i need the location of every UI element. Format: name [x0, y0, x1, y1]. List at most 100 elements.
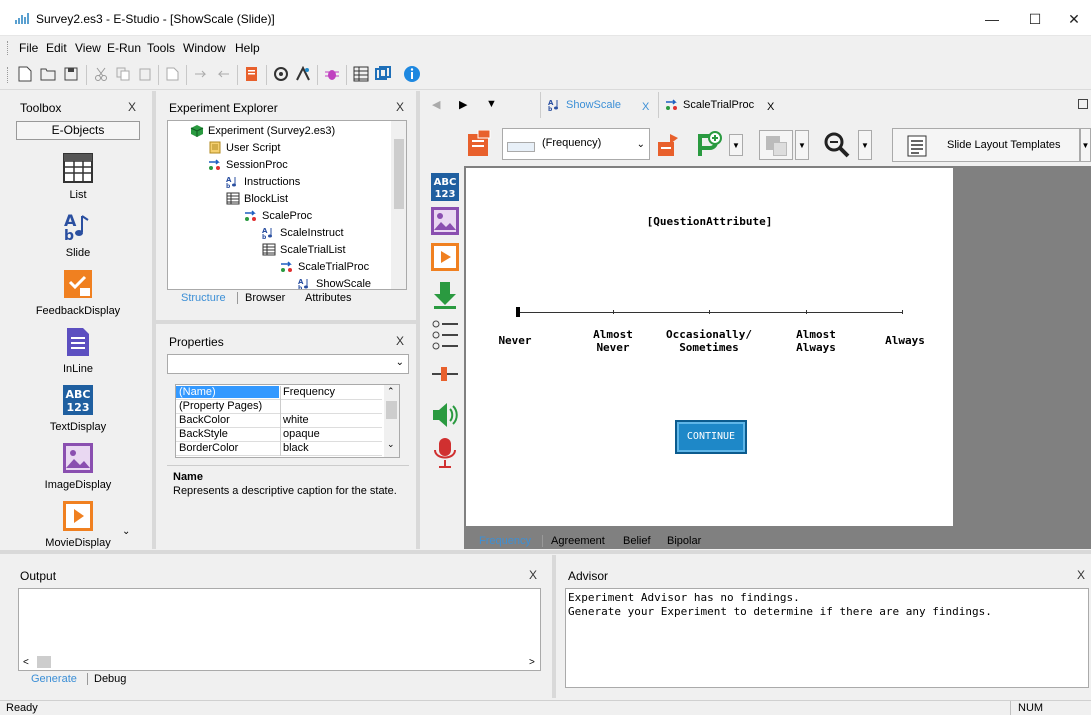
movie-subobject-icon[interactable] — [430, 242, 460, 272]
info-icon[interactable] — [403, 65, 421, 83]
state-tab-agreement[interactable]: Agreement — [551, 535, 605, 547]
tree-scroll-thumb[interactable] — [394, 139, 404, 209]
paste-icon[interactable] — [136, 65, 154, 83]
slide-layout-templates-button[interactable]: Slide Layout Templates — [892, 128, 1080, 162]
property-row[interactable]: BackStyle opaque — [176, 428, 382, 442]
eobjects-header[interactable]: E-Objects — [16, 121, 140, 140]
property-row[interactable]: BorderColor black — [176, 442, 382, 456]
splitter[interactable] — [0, 550, 1091, 554]
delete-icon[interactable] — [164, 65, 182, 83]
slide-properties-icon[interactable] — [466, 130, 492, 158]
property-row[interactable]: BackColor white — [176, 414, 382, 428]
property-value[interactable]: Frequency — [280, 386, 382, 400]
minimize-button[interactable]: — — [975, 7, 1009, 31]
menu-edit[interactable]: Edit — [46, 41, 67, 55]
doc-tab-showscale[interactable]: Ab ShowScale — [548, 98, 621, 112]
generate-script-icon[interactable] — [243, 65, 261, 83]
tree-item-instructions[interactable]: Ab Instructions — [226, 175, 300, 189]
zoom-dropdown[interactable]: ▼ — [858, 130, 872, 160]
arrange-dropdown[interactable]: ▼ — [795, 130, 809, 160]
restore-doc-icon[interactable] — [1078, 99, 1088, 109]
maximize-button[interactable]: ☐ — [1018, 7, 1052, 31]
tool-moviedisplay[interactable]: MovieDisplay — [28, 500, 128, 549]
tab-attributes[interactable]: Attributes — [305, 292, 351, 304]
chevron-down-icon[interactable]: ⌄ — [387, 439, 395, 450]
tool-list[interactable]: List — [28, 152, 128, 201]
property-value[interactable] — [280, 400, 382, 414]
add-sub-object-icon[interactable] — [696, 130, 726, 160]
property-row[interactable]: (Property Pages) — [176, 400, 382, 414]
tool-feedbackdisplay[interactable]: FeedbackDisplay — [28, 268, 128, 317]
text-subobject-icon[interactable]: ABC123 — [430, 172, 460, 202]
arrange-button[interactable] — [759, 130, 793, 160]
undo-icon[interactable] — [192, 65, 210, 83]
doc-tab-close-button[interactable]: X — [767, 101, 774, 113]
explorer-close-button[interactable]: X — [396, 100, 404, 114]
output-text-area[interactable]: < > — [18, 588, 541, 671]
toolbox-scroll-down-icon[interactable]: ⌄ — [122, 526, 130, 537]
property-value[interactable]: opaque — [280, 428, 382, 442]
state-tab-bipolar[interactable]: Bipolar — [667, 535, 701, 547]
tree-item-scaleproc[interactable]: ScaleProc — [244, 209, 312, 222]
property-scroll-thumb[interactable] — [386, 401, 397, 419]
tab-structure[interactable]: Structure — [181, 292, 226, 304]
splitter[interactable] — [416, 91, 420, 549]
doc-tab-close-button[interactable]: X — [642, 101, 649, 113]
image-subobject-icon[interactable] — [430, 206, 460, 236]
cut-icon[interactable] — [92, 65, 110, 83]
tool-imagedisplay[interactable]: ImageDisplay — [28, 442, 128, 491]
copy-icon[interactable] — [114, 65, 132, 83]
menu-tools[interactable]: Tools — [147, 41, 175, 55]
tree-scrollbar[interactable] — [391, 121, 406, 289]
tree-item-sessionproc[interactable]: SessionProc — [208, 158, 288, 171]
chevron-up-icon[interactable]: ⌃ — [387, 386, 395, 397]
debug-icon[interactable] — [323, 65, 341, 83]
state-selector-dropdown[interactable]: (Frequency) ⌄ — [502, 128, 650, 160]
save-icon[interactable] — [62, 65, 80, 83]
toolbox-close-button[interactable]: X — [128, 100, 136, 114]
output-scroll-thumb[interactable] — [37, 656, 51, 668]
scale-line[interactable] — [517, 312, 903, 313]
tab-generate[interactable]: Generate — [31, 673, 77, 685]
tree-item-scaletriallist[interactable]: ScaleTrialList — [262, 243, 346, 256]
choice-list-icon[interactable] — [430, 318, 460, 352]
property-scrollbar[interactable]: ⌃ ⌄ — [384, 385, 399, 457]
advisor-text-area[interactable]: Experiment Advisor has no findings. Gene… — [565, 588, 1089, 688]
doc-tab-scaletrialproc[interactable]: ScaleTrialProc — [665, 98, 754, 111]
menu-window[interactable]: Window — [183, 41, 226, 55]
new-file-icon[interactable] — [16, 65, 34, 83]
tree-item-showscale[interactable]: Ab ShowScale — [298, 277, 371, 290]
state-tab-belief[interactable]: Belief — [623, 535, 651, 547]
state-tab-frequency[interactable]: Frequency — [479, 535, 531, 547]
add-sub-object-dropdown[interactable]: ▼ — [729, 134, 743, 156]
scroll-right-icon[interactable]: > — [529, 657, 535, 668]
scale-slider-thumb[interactable] — [516, 307, 520, 317]
tree-item-experiment[interactable]: Experiment (Survey2.es3) — [190, 124, 335, 137]
output-close-button[interactable]: X — [529, 568, 537, 582]
state-properties-icon[interactable] — [656, 132, 682, 158]
tree-item-user-script[interactable]: User Script — [208, 141, 280, 154]
forward-arrow-icon[interactable]: ▶ — [459, 98, 467, 111]
menu-view[interactable]: View — [75, 41, 101, 55]
property-row[interactable]: (Name) Frequency — [176, 386, 382, 400]
redo-icon[interactable] — [214, 65, 232, 83]
tree-item-scaleinstruct[interactable]: Ab ScaleInstruct — [262, 226, 344, 240]
object-selector-dropdown[interactable]: ⌄ — [167, 354, 409, 374]
sound-out-icon[interactable] — [430, 400, 460, 430]
advisor-close-button[interactable]: X — [1077, 568, 1085, 582]
slider-subobject-icon[interactable] — [430, 364, 460, 384]
layout-templates-dropdown[interactable]: ▼ — [1080, 128, 1091, 162]
property-value[interactable]: black — [280, 442, 382, 456]
continue-button[interactable]: CONTINUE — [675, 420, 747, 454]
table-icon[interactable] — [352, 65, 370, 83]
tool-textdisplay[interactable]: ABC 123 TextDisplay — [28, 384, 128, 433]
test-run-icon[interactable] — [294, 65, 312, 83]
menu-help[interactable]: Help — [235, 41, 260, 55]
zoom-icon[interactable] — [822, 130, 852, 160]
window-layout-icon[interactable] — [374, 65, 392, 83]
sound-in-microphone-icon[interactable] — [430, 436, 460, 470]
tab-list-dropdown-icon[interactable]: ▼ — [486, 98, 497, 110]
tree-item-blocklist[interactable]: BlockList — [226, 192, 288, 205]
question-attribute-text[interactable]: [QuestionAttribute] — [466, 215, 953, 228]
run-icon[interactable] — [272, 65, 290, 83]
